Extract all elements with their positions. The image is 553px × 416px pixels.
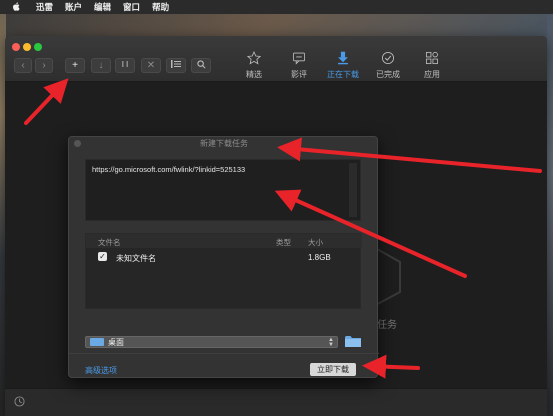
tab-featured[interactable]: 精选 [235, 50, 273, 80]
minimize-window-button[interactable] [23, 43, 31, 51]
desktop-background-right [547, 14, 553, 416]
window-toolbar: ‹ › + ↓ ✕ 精选 影评 正在下载 已完成 应用 [5, 36, 547, 82]
pause-button[interactable] [115, 58, 135, 73]
folder-icon [90, 338, 104, 346]
chevron-updown-icon: ▲ ▼ [328, 337, 334, 348]
menu-item-help[interactable]: 帮助 [152, 1, 169, 13]
dialog-footer: 高级选项 立即下载 [69, 353, 379, 379]
comment-icon [291, 50, 307, 66]
chevron-left-icon: ‹ [21, 60, 25, 71]
start-download-button[interactable]: ↓ [91, 58, 111, 73]
apple-logo-icon[interactable] [12, 1, 26, 13]
pause-icon [121, 60, 129, 71]
back-button[interactable]: ‹ [14, 58, 32, 73]
url-scrollbar[interactable] [349, 163, 357, 217]
star-icon [246, 50, 262, 66]
status-bar [5, 388, 547, 416]
empty-state-text: 任务 [377, 320, 397, 331]
header-size: 大小 [308, 238, 323, 247]
menu-item-account[interactable]: 账户 [65, 1, 82, 13]
save-location-label: 桌面 [108, 337, 124, 347]
download-icon [335, 50, 351, 66]
url-input[interactable]: https://go.microsoft.com/fwlink/?linkid=… [85, 159, 361, 221]
list-icon [171, 60, 181, 71]
clock-icon[interactable] [14, 396, 25, 409]
apps-icon [424, 50, 440, 66]
file-table: 文件名 类型 大小 ✓ 未知文件名 1.8GB [85, 233, 362, 309]
menu-bar: 迅雷 账户 编辑 窗口 帮助 [0, 0, 553, 14]
browse-folder-button[interactable] [345, 335, 361, 347]
folder-open-icon [345, 336, 361, 347]
advanced-options-link[interactable]: 高级选项 [85, 365, 117, 376]
file-table-header: 文件名 类型 大小 [86, 234, 362, 248]
menu-item-window[interactable]: 窗口 [123, 1, 140, 13]
close-icon: ✕ [146, 60, 156, 71]
search-icon [196, 59, 206, 72]
tab-completed[interactable]: 已完成 [369, 50, 407, 80]
plus-icon: + [72, 60, 78, 71]
url-text: https://go.microsoft.com/fwlink/?linkid=… [92, 165, 246, 174]
download-now-button[interactable]: 立即下载 [310, 363, 356, 376]
tab-apps[interactable]: 应用 [413, 50, 451, 80]
list-view-button[interactable] [166, 58, 186, 73]
file-checkbox[interactable]: ✓ [98, 252, 107, 261]
tab-downloading[interactable]: 正在下载 [324, 50, 362, 80]
add-task-button[interactable]: + [65, 58, 85, 73]
save-location-select[interactable]: 桌面 ▲ ▼ [85, 336, 338, 348]
menu-item-edit[interactable]: 编辑 [94, 1, 111, 13]
header-type: 类型 [276, 238, 291, 247]
new-download-dialog: 新建下载任务 https://go.microsoft.com/fwlink/?… [68, 136, 379, 379]
forward-button[interactable]: › [35, 58, 53, 73]
delete-button[interactable]: ✕ [141, 58, 161, 73]
close-window-button[interactable] [12, 43, 20, 51]
check-circle-icon [380, 50, 396, 66]
header-filename: 文件名 [98, 238, 121, 247]
table-row[interactable]: ✓ 未知文件名 1.8GB [86, 249, 362, 265]
chevron-right-icon: › [42, 60, 46, 71]
download-arrow-icon: ↓ [98, 60, 104, 71]
zoom-window-button[interactable] [34, 43, 42, 51]
dialog-title: 新建下载任务 [200, 139, 248, 148]
file-size-cell: 1.8GB [308, 253, 331, 262]
menu-item-app[interactable]: 迅雷 [36, 1, 53, 13]
tab-reviews[interactable]: 影评 [280, 50, 318, 80]
search-button[interactable] [191, 58, 211, 73]
file-name-cell: 未知文件名 [116, 254, 156, 263]
